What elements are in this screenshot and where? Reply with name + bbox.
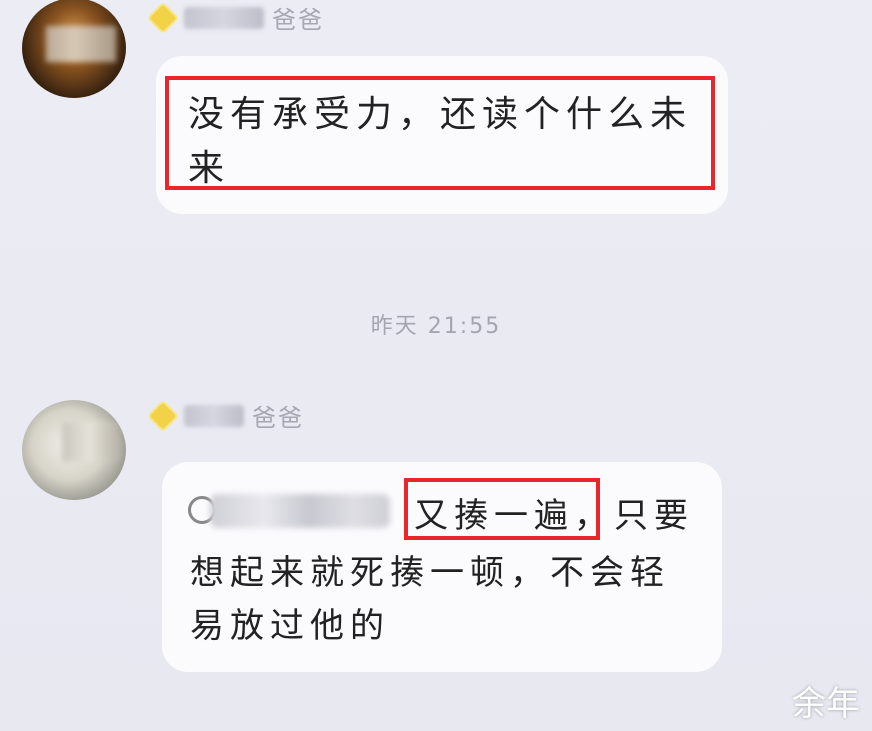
diamond-icon [149, 4, 177, 31]
message-text-line: 易放过他的 [190, 606, 390, 646]
message-text-rest: 只要 [614, 496, 694, 536]
chat-view: 爸爸 没有承受力，还读个什么未来 昨天 21:55 爸爸 又揍一遍，只要 想起来… [0, 0, 872, 731]
sender-name: 爸爸 [272, 6, 324, 34]
message-text-line: 又揍一遍，只要 [414, 488, 694, 537]
mention-redacted[interactable] [188, 492, 394, 532]
avatar[interactable] [22, 0, 126, 98]
sender-name-row: 爸爸 [149, 0, 324, 35]
message-text: 没有承受力，还读个什么未来 [188, 94, 693, 189]
avatar-mosaic [46, 26, 116, 62]
watermark: 余年 [792, 684, 860, 724]
avatar[interactable] [22, 400, 126, 500]
message-text-line: 想起来就死揍一顿，不会轻 [190, 553, 670, 593]
diamond-icon [149, 402, 177, 429]
sender-name: 爸爸 [252, 404, 304, 432]
sender-name-row: 爸爸 [149, 398, 304, 433]
highlighted-text: 又揍一遍， [414, 496, 614, 536]
avatar-mosaic [62, 422, 118, 462]
timestamp: 昨天 21:55 [370, 314, 502, 339]
mention-name-redacted [210, 494, 390, 528]
sender-name-redacted [184, 6, 264, 29]
sender-name-redacted [184, 404, 244, 427]
